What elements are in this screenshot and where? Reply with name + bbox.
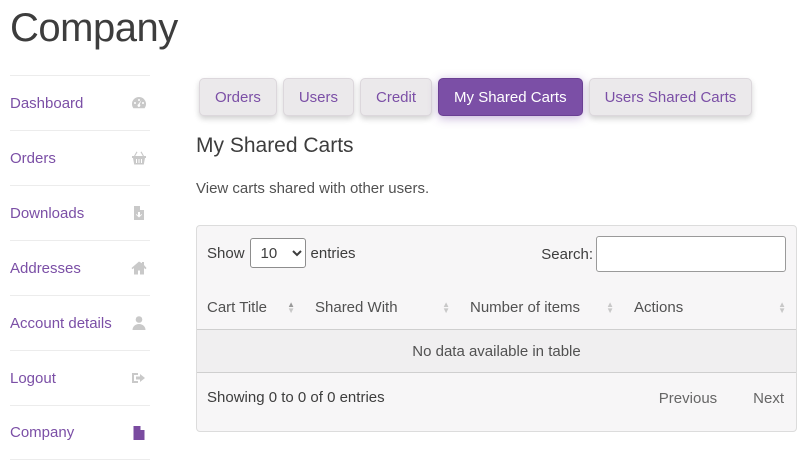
table-info: Showing 0 to 0 of 0 entries <box>207 389 385 406</box>
home-icon <box>130 259 148 277</box>
sidebar-item-addresses[interactable]: Addresses <box>10 240 150 295</box>
sort-icon: ▲ ▼ <box>778 299 786 315</box>
sidebar-item-account-details[interactable]: Account details <box>10 295 150 350</box>
next-page-button[interactable]: Next <box>753 390 784 407</box>
column-label: Cart Title <box>207 299 268 316</box>
table-empty-row: No data available in table <box>197 330 796 373</box>
page-title: Company <box>10 6 178 50</box>
section-description: View carts shared with other users. <box>196 180 430 197</box>
sidebar-item-downloads[interactable]: Downloads <box>10 185 150 240</box>
column-label: Actions <box>634 299 684 316</box>
sidebar-item-label: Orders <box>10 149 56 167</box>
sidebar-item-label: Logout <box>10 369 56 387</box>
tachometer-icon <box>130 94 148 112</box>
previous-page-button[interactable]: Previous <box>659 390 717 407</box>
column-header-actions[interactable]: Actions ▲ ▼ <box>624 286 796 329</box>
sidebar-item-label: Company <box>10 424 75 441</box>
user-icon <box>130 314 148 332</box>
tab-users-shared-carts[interactable]: Users Shared Carts <box>588 78 753 116</box>
tab-credit[interactable]: Credit <box>360 78 433 116</box>
entries-length-select[interactable]: 10 <box>249 238 306 268</box>
file-download-icon <box>130 204 148 222</box>
search-input[interactable] <box>596 236 786 272</box>
sidebar-item-logout[interactable]: Logout <box>10 350 150 405</box>
table-pagination: Previous Next <box>659 390 784 407</box>
column-header-number-of-items[interactable]: Number of items ▲ ▼ <box>460 286 624 329</box>
sidebar-item-label: Account details <box>10 314 112 332</box>
table-search: Search: <box>541 236 786 272</box>
sidebar-item-dashboard[interactable]: Dashboard <box>10 75 150 130</box>
company-tabs: Orders Users Credit My Shared Carts User… <box>199 78 753 116</box>
entries-length-control: Show 10 entries <box>207 238 356 268</box>
sort-icon: ▲ ▼ <box>606 299 614 315</box>
length-prefix: Show <box>207 244 245 262</box>
sidebar-item-label: Downloads <box>10 204 85 222</box>
section-title: My Shared Carts <box>196 134 354 157</box>
file-text-icon <box>130 424 148 442</box>
sort-asc-icon: ▲ ▼ <box>287 299 295 315</box>
shared-carts-table-panel: Show 10 entries Search: Cart Title ▲ ▼ Sh… <box>196 225 797 432</box>
tab-orders[interactable]: Orders <box>199 78 277 116</box>
search-label: Search: <box>541 245 593 263</box>
tab-users[interactable]: Users <box>282 78 355 116</box>
tab-my-shared-carts[interactable]: My Shared Carts <box>438 78 583 116</box>
sign-out-icon <box>130 369 148 387</box>
column-label: Shared With <box>315 299 398 316</box>
sidebar-item-label: Addresses <box>10 259 81 277</box>
basket-icon <box>130 149 148 167</box>
sort-icon: ▲ ▼ <box>442 299 450 315</box>
sidebar-item-orders[interactable]: Orders <box>10 130 150 185</box>
account-navigation: Dashboard Orders Downloads Addresses Acc… <box>10 75 150 460</box>
column-label: Number of items <box>470 299 581 316</box>
table-header: Cart Title ▲ ▼ Shared With ▲ ▼ Number of i… <box>197 286 796 330</box>
length-suffix: entries <box>310 244 356 262</box>
sidebar-item-label: Dashboard <box>10 94 84 112</box>
column-header-shared-with[interactable]: Shared With ▲ ▼ <box>305 286 460 329</box>
column-header-cart-title[interactable]: Cart Title ▲ ▼ <box>197 286 305 329</box>
sidebar-item-company[interactable]: Company <box>10 405 150 460</box>
